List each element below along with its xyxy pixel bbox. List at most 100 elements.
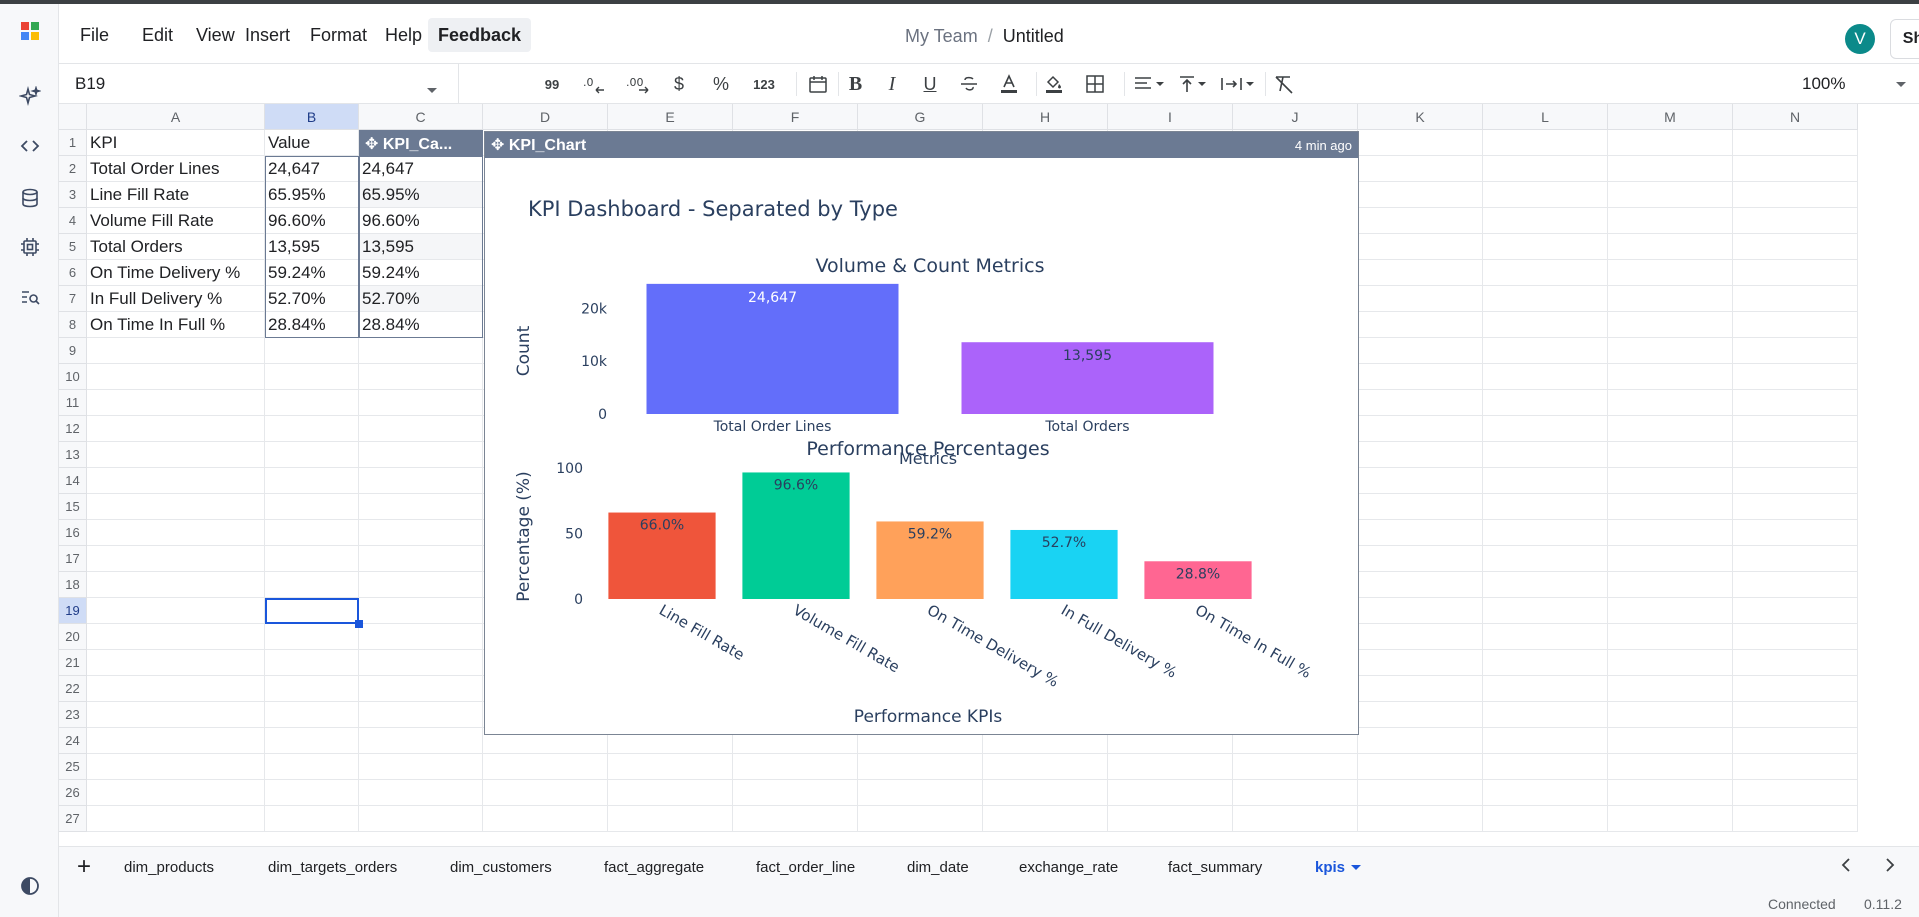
menu-insert[interactable]: Insert xyxy=(235,18,300,52)
text-color-icon[interactable] xyxy=(997,72,1021,96)
column-header[interactable]: N xyxy=(1733,104,1858,130)
row-header[interactable]: 9 xyxy=(59,338,87,364)
row-header[interactable]: 8 xyxy=(59,312,87,338)
row-header[interactable]: 3 xyxy=(59,182,87,208)
sheet-tab-kpis[interactable]: kpis xyxy=(1315,859,1362,876)
calendar-icon[interactable] xyxy=(796,72,830,96)
row-header[interactable]: 19 xyxy=(59,598,87,624)
chip-icon[interactable] xyxy=(17,234,43,260)
column-header[interactable]: I xyxy=(1108,104,1233,130)
cell-a7[interactable]: In Full Delivery % xyxy=(87,286,264,311)
row-header[interactable]: 25 xyxy=(59,754,87,780)
share-button[interactable]: Share xyxy=(1890,19,1919,59)
breadcrumb-team[interactable]: My Team xyxy=(905,26,978,47)
row-header[interactable]: 4 xyxy=(59,208,87,234)
row-header[interactable]: 10 xyxy=(59,364,87,390)
database-icon[interactable] xyxy=(17,185,43,211)
cell-a5[interactable]: Total Orders xyxy=(87,234,264,259)
sheet-tab-fact-order-line[interactable]: fact_order_line xyxy=(756,859,855,876)
cell-b3[interactable]: 65.95% xyxy=(265,182,358,207)
cell-c2[interactable]: 24,647 xyxy=(359,156,482,181)
row-header[interactable]: 12 xyxy=(59,416,87,442)
row-header[interactable]: 15 xyxy=(59,494,87,520)
menu-help[interactable]: Help xyxy=(375,18,432,52)
sheet-tab-dim-targets-orders[interactable]: dim_targets_orders xyxy=(268,859,397,876)
column-header[interactable]: L xyxy=(1483,104,1608,130)
row-header[interactable]: 14 xyxy=(59,468,87,494)
italic-icon[interactable]: I xyxy=(881,72,903,96)
zoom-select[interactable]: 100% xyxy=(1802,64,1907,104)
row-header[interactable]: 18 xyxy=(59,572,87,598)
row-header[interactable]: 17 xyxy=(59,546,87,572)
selected-cell[interactable] xyxy=(265,598,359,624)
menu-format[interactable]: Format xyxy=(300,18,377,52)
row-header[interactable]: 26 xyxy=(59,780,87,806)
document-title[interactable]: Untitled xyxy=(1003,26,1064,47)
sheet-tab-exchange-rate[interactable]: exchange_rate xyxy=(1019,859,1118,876)
column-header[interactable]: A xyxy=(87,104,265,130)
chevron-down-icon[interactable] xyxy=(426,80,438,100)
column-header[interactable]: C xyxy=(359,104,483,130)
fill-handle[interactable] xyxy=(355,620,363,628)
cell-c5[interactable]: 13,595 xyxy=(359,234,482,259)
column-header[interactable]: K xyxy=(1358,104,1483,130)
row-header[interactable]: 22 xyxy=(59,676,87,702)
row-header[interactable]: 7 xyxy=(59,286,87,312)
row-header[interactable]: 11 xyxy=(59,390,87,416)
kpi-ca-object-header[interactable]: ✥ KPI_Ca... xyxy=(359,131,483,157)
fill-color-icon[interactable] xyxy=(1036,72,1070,96)
menu-feedback[interactable]: Feedback xyxy=(428,18,532,52)
theme-toggle-icon[interactable] xyxy=(17,873,43,899)
cell-c7[interactable]: 52.70% xyxy=(359,286,482,311)
sheet-tab-dim-date[interactable]: dim_date xyxy=(907,859,969,876)
format-99-icon[interactable]: 99 xyxy=(541,72,563,96)
name-box[interactable]: B19 xyxy=(59,64,459,104)
decrease-decimal-icon[interactable]: .0 xyxy=(581,72,607,96)
cell-b4[interactable]: 96.60% xyxy=(265,208,358,233)
row-header[interactable]: 6 xyxy=(59,260,87,286)
row-header[interactable]: 1 xyxy=(59,130,87,156)
column-header[interactable]: J xyxy=(1233,104,1358,130)
sheet-tab-fact-aggregate[interactable]: fact_aggregate xyxy=(604,859,704,876)
select-all-corner[interactable] xyxy=(59,104,87,130)
increase-decimal-icon[interactable]: .00 xyxy=(624,72,654,96)
horizontal-align-icon[interactable] xyxy=(1124,72,1172,96)
row-header[interactable]: 2 xyxy=(59,156,87,182)
row-header[interactable]: 16 xyxy=(59,520,87,546)
text-wrap-icon[interactable] xyxy=(1217,72,1259,96)
scroll-tabs-left-icon[interactable] xyxy=(1840,857,1852,878)
borders-icon[interactable] xyxy=(1083,72,1107,96)
row-header[interactable]: 21 xyxy=(59,650,87,676)
kpi-chart-header[interactable]: ✥ KPI_Chart 4 min ago xyxy=(485,132,1358,158)
column-header[interactable]: M xyxy=(1608,104,1733,130)
add-sheet-icon[interactable]: + xyxy=(77,853,91,881)
column-header[interactable]: B xyxy=(265,104,359,130)
cell-c8[interactable]: 28.84% xyxy=(359,312,482,337)
menu-file[interactable]: File xyxy=(70,18,119,52)
chevron-down-icon[interactable] xyxy=(1351,864,1362,871)
app-logo-icon[interactable] xyxy=(17,18,43,44)
bold-icon[interactable]: B xyxy=(838,72,872,96)
search-data-icon[interactable] xyxy=(17,284,43,310)
cell-a8[interactable]: On Time In Full % xyxy=(87,312,264,337)
cell-a2[interactable]: Total Order Lines xyxy=(87,156,264,181)
underline-icon[interactable]: U xyxy=(919,72,941,96)
row-header[interactable]: 20 xyxy=(59,624,87,650)
cell-c3[interactable]: 65.95% xyxy=(359,182,482,207)
cell-a4[interactable]: Volume Fill Rate xyxy=(87,208,264,233)
row-header[interactable]: 27 xyxy=(59,806,87,832)
number-format-icon[interactable]: 123 xyxy=(749,72,779,96)
sheet-tab-dim-products[interactable]: dim_products xyxy=(124,859,214,876)
code-icon[interactable] xyxy=(17,133,43,159)
currency-format-icon[interactable]: $ xyxy=(669,72,689,96)
cell-a6[interactable]: On Time Delivery % xyxy=(87,260,264,285)
kpi-chart-object[interactable]: ✥ KPI_Chart 4 min ago KPI Dashboard - Se… xyxy=(484,131,1359,735)
clear-formatting-icon[interactable] xyxy=(1265,72,1301,96)
cell-a1[interactable]: KPI xyxy=(87,130,264,155)
cell-b6[interactable]: 59.24% xyxy=(265,260,358,285)
sheet-tab-dim-customers[interactable]: dim_customers xyxy=(450,859,552,876)
cell-c6[interactable]: 59.24% xyxy=(359,260,482,285)
ai-sparkle-icon[interactable] xyxy=(17,84,43,110)
sheet-tab-fact-summary[interactable]: fact_summary xyxy=(1168,859,1262,876)
row-header[interactable]: 5 xyxy=(59,234,87,260)
